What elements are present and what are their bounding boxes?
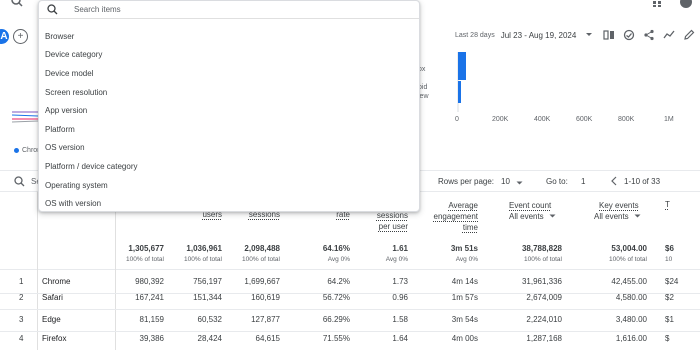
axis-tick: 1M [664, 116, 674, 123]
table-row[interactable]: 4 Firefox 39,386 28,424 64,615 71.55% 1.… [0, 327, 700, 350]
column-header-key-events[interactable]: Key events All events [594, 200, 654, 222]
search-icon[interactable] [10, 0, 24, 8]
column-header-avg-engagement[interactable]: Average engagement time [420, 200, 478, 233]
menu-item-screen-resolution[interactable]: Screen resolution [39, 83, 419, 102]
axis-tick: 0 [455, 116, 459, 123]
bar-plot-area [457, 52, 466, 112]
trend-icon[interactable] [662, 28, 676, 42]
column-header-event-count[interactable]: Event count All events [509, 200, 569, 222]
date-range-value[interactable]: Jul 23 - Aug 19, 2024 [501, 31, 577, 40]
total-users: 1,305,677 100% of total [126, 244, 164, 263]
apps-grid-icon[interactable] [653, 0, 663, 7]
total-partial: $6 10 [665, 244, 674, 263]
compare-icon[interactable] [602, 28, 616, 42]
legend-dot-icon [14, 148, 19, 153]
rows-per-page-select[interactable]: 10 [501, 177, 510, 186]
chevron-down-icon [634, 211, 641, 222]
totals-row: 1,305,677 100% of total 1,036,961 100% o… [0, 240, 700, 270]
menu-item-platform-device-category[interactable]: Platform / device category [39, 157, 419, 176]
event-filter-select[interactable]: All events [509, 211, 569, 222]
menu-item-app-version[interactable]: App version [39, 101, 419, 120]
total-sessions: 2,098,488 100% of total [242, 244, 280, 263]
axis-tick: 400K [534, 116, 551, 123]
dropdown-search-input[interactable]: Search items [74, 5, 121, 14]
goto-input[interactable]: 1 [581, 177, 585, 186]
edit-icon[interactable] [682, 28, 696, 42]
menu-item-operating-system[interactable]: Operating system [39, 176, 419, 195]
table-search-icon[interactable] [14, 176, 25, 189]
key-event-filter-select[interactable]: All events [594, 211, 654, 222]
add-comparison-button[interactable]: + [13, 29, 28, 44]
menu-item-device-model[interactable]: Device model [39, 64, 419, 83]
bar [458, 52, 466, 80]
search-icon [47, 4, 58, 15]
line-chart-fragment [11, 108, 39, 128]
rows-per-page-label: Rows per page: [438, 177, 495, 186]
date-toolbar: Last 28 days Jul 23 - Aug 19, 2024 [455, 26, 700, 44]
segment-avatar[interactable]: A [0, 29, 9, 44]
menu-item-os-with-version[interactable]: OS with version [39, 194, 419, 213]
bar [458, 81, 461, 103]
account-icon[interactable] [680, 0, 692, 8]
menu-item-os-version[interactable]: OS version [39, 139, 419, 158]
table-row[interactable]: 2 Safari 167,241 151,344 160,619 56.72% … [0, 286, 700, 310]
column-header-sessions-per-user[interactable]: sessions per user [360, 210, 408, 232]
page-range: 1-10 of 33 [624, 177, 661, 186]
total-sessions-per-user: 1.61 Avg 0% [385, 244, 408, 263]
menu-item-platform[interactable]: Platform [39, 120, 419, 139]
add-icon: + [17, 31, 24, 42]
rows-chevron-icon[interactable] [516, 179, 523, 188]
axis-tick: 600K [576, 116, 593, 123]
share-icon[interactable] [642, 28, 656, 42]
total-avg-engagement: 3m 51s Avg 0% [450, 244, 478, 263]
chevron-down-icon[interactable] [582, 28, 596, 42]
axis-tick: 800K [618, 116, 635, 123]
menu-item-device-category[interactable]: Device category [39, 46, 419, 65]
insights-icon[interactable] [622, 28, 636, 42]
column-header-partial[interactable]: Т [665, 200, 670, 209]
menu-item-browser[interactable]: Browser [39, 27, 419, 46]
date-range-label: Last 28 days [455, 31, 495, 39]
prev-page-icon[interactable] [611, 176, 617, 188]
total-event-count: 38,788,828 100% of total [521, 244, 562, 263]
total-new-users: 1,036,961 100% of total [184, 244, 222, 263]
total-key-events: 53,004.00 100% of total [609, 244, 647, 263]
chevron-down-icon [549, 211, 556, 222]
dropdown-search[interactable]: Search items [39, 1, 419, 19]
bar-chart: ox oid iew 0 200K 400K 600K 800K 1M [410, 52, 700, 132]
dimension-dropdown: Search items Browser Device category Dev… [38, 0, 420, 212]
axis-tick: 200K [492, 116, 509, 123]
goto-label: Go to: [546, 177, 568, 186]
total-engagement-rate: 64.16% Avg 0% [322, 244, 350, 263]
